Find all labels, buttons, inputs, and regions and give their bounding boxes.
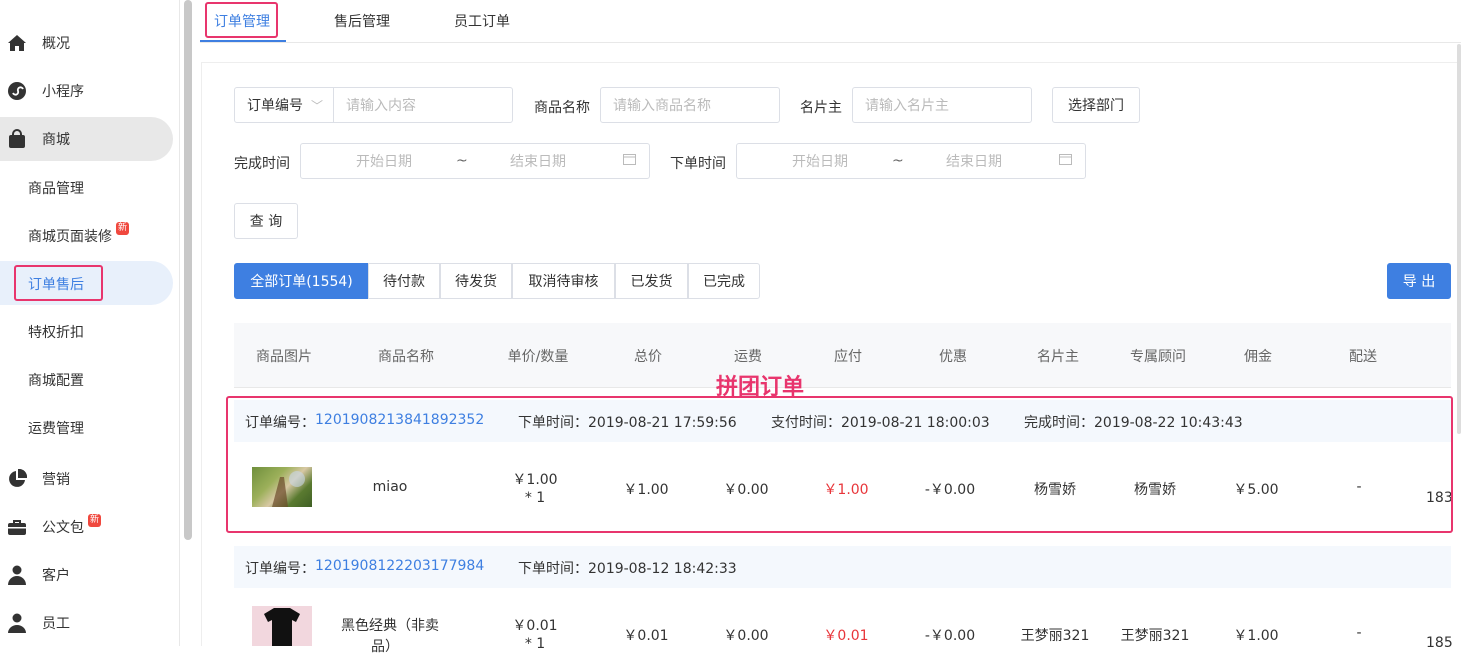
shopping-bag-icon [6, 128, 28, 150]
pie-chart-icon [6, 468, 28, 490]
top-tabs: 订单管理 售后管理 员工订单 [200, 0, 1461, 43]
sidebar-item-customers[interactable]: 客户 [0, 553, 172, 597]
discount: -￥0.00 [924, 628, 976, 644]
quantity: * 1 [524, 636, 546, 652]
highlight-box-sidebar [14, 265, 103, 301]
sidebar-item-mini-program[interactable]: 小程序 [0, 69, 172, 113]
advisor: 王梦丽321 [1120, 628, 1190, 644]
col-unit-price-qty: 单价/数量 [507, 349, 569, 365]
status-tab-all[interactable]: 全部订单(1554) [234, 263, 369, 299]
delivery: - [1356, 625, 1362, 641]
sidebar-item-marketing[interactable]: 营销 [0, 457, 172, 501]
order-header: 订单编号： 1201908122203177984 下单时间：2019-08-1… [234, 546, 1451, 588]
col-advisor: 专属顾问 [1130, 349, 1186, 365]
product-name-line2: 品） [371, 639, 399, 655]
sidebar-item-label: 营销 [42, 472, 70, 488]
col-freight: 运费 [734, 349, 762, 365]
sidebar-item-label: 员工 [42, 616, 70, 632]
sidebar-item-staff[interactable]: 员工 [0, 601, 172, 645]
product-name-line1: 黑色经典（非卖 [341, 618, 439, 634]
sidebar-subitem-mall-config[interactable]: 商城配置 [28, 370, 84, 390]
order-time-label: 下单时间 [670, 156, 726, 172]
product-image[interactable] [252, 606, 312, 646]
sidebar-item-mall[interactable]: 商城 [0, 117, 172, 161]
briefcase-icon [6, 516, 28, 538]
chevron-down-icon: ﹀ [311, 98, 324, 113]
col-card-owner: 名片主 [1037, 349, 1079, 365]
start-date-placeholder: 开始日期 [356, 154, 412, 170]
commission: ￥1.00 [1233, 628, 1279, 644]
range-separator: ~ [892, 153, 904, 169]
start-date-placeholder: 开始日期 [792, 154, 848, 170]
order-date-range[interactable]: 开始日期 ~ 结束日期 [736, 143, 1086, 179]
payable: ￥0.01 [823, 628, 869, 644]
status-tab-completed[interactable]: 已完成 [688, 263, 760, 299]
finish-date-range[interactable]: 开始日期 ~ 结束日期 [300, 143, 650, 179]
export-button[interactable]: 导 出 [1387, 263, 1451, 299]
total-price: ￥0.01 [623, 628, 669, 644]
col-delivery: 配送 [1349, 349, 1377, 365]
sidebar-item-label: 客户 [42, 568, 70, 584]
user-icon [6, 564, 28, 586]
sidebar-subitem-discount[interactable]: 特权折扣 [28, 322, 84, 342]
col-product-name: 商品名称 [378, 349, 434, 365]
end-date-placeholder: 结束日期 [946, 154, 1002, 170]
sidebar-item-briefcase[interactable]: 公文包 [0, 505, 172, 549]
query-button[interactable]: 查 询 [234, 203, 298, 239]
status-tab-cancel-review[interactable]: 取消待审核 [512, 263, 615, 299]
col-payable: 应付 [834, 349, 862, 365]
order-type-value: 订单编号 [247, 98, 303, 114]
card-owner-input[interactable]: 请输入名片主 [852, 87, 1032, 123]
sidebar-subitem-page-decoration[interactable]: 商城页面装修 [28, 226, 112, 246]
sidebar-item-label: 概况 [42, 36, 70, 52]
sidebar-item-label: 商城 [42, 132, 70, 148]
status-tab-shipped[interactable]: 已发货 [615, 263, 688, 299]
order-time: 下单时间：2019-08-12 18:42:33 [518, 561, 737, 577]
new-badge: 新 [116, 222, 130, 235]
calendar-icon [1059, 153, 1072, 169]
active-tab-underline [200, 40, 286, 42]
order-content-input[interactable]: 请输入内容 [333, 87, 513, 123]
main-scrollbar[interactable] [1457, 44, 1461, 434]
calendar-icon [623, 153, 636, 169]
col-product-image: 商品图片 [256, 349, 312, 365]
status-tab-pending-shipment[interactable]: 待发货 [440, 263, 512, 299]
mini-program-icon [6, 80, 28, 102]
end-date-placeholder: 结束日期 [510, 154, 566, 170]
col-commission: 佣金 [1244, 349, 1272, 365]
sidebar: 概况 小程序 商城 商品管理 商城页面装修 新 订单售后 特权折扣 商城配置 运… [0, 0, 180, 646]
tab-aftersale[interactable]: 售后管理 [334, 11, 390, 31]
tab-staff-orders[interactable]: 员工订单 [454, 11, 510, 31]
sidebar-subitem-freight[interactable]: 运费管理 [28, 418, 84, 438]
col-discount: 优惠 [939, 349, 967, 365]
freight: ￥0.00 [723, 628, 769, 644]
sidebar-item-label: 公文包 [42, 520, 84, 536]
product-name-label: 商品名称 [534, 100, 590, 116]
card-owner-label: 名片主 [800, 100, 842, 116]
highlight-box-order [226, 396, 1453, 533]
range-separator: ~ [456, 153, 468, 169]
status-tab-pending-payment[interactable]: 待付款 [368, 263, 440, 299]
card-owner: 王梦丽321 [1020, 628, 1090, 644]
row-overflow-value: 185 [1426, 635, 1453, 651]
select-department-button[interactable]: 选择部门 [1052, 87, 1140, 123]
sidebar-scrollbar[interactable] [184, 0, 192, 540]
order-no-label: 订单编号： [245, 561, 315, 577]
order-type-select[interactable]: 订单编号 ﹀ [234, 87, 334, 123]
col-total: 总价 [634, 349, 662, 365]
sidebar-subitem-products[interactable]: 商品管理 [28, 178, 84, 198]
highlight-box-tab [205, 2, 278, 38]
product-name-input[interactable]: 请输入商品名称 [600, 87, 780, 123]
sidebar-item-overview[interactable]: 概况 [0, 21, 172, 65]
home-icon [6, 32, 28, 54]
person-icon [6, 612, 28, 634]
order-no-link[interactable]: 1201908122203177984 [315, 558, 484, 574]
finish-time-label: 完成时间 [234, 156, 290, 172]
new-badge: 新 [88, 514, 102, 527]
unit-price: ￥0.01 [512, 618, 558, 634]
sidebar-item-label: 小程序 [42, 84, 84, 100]
